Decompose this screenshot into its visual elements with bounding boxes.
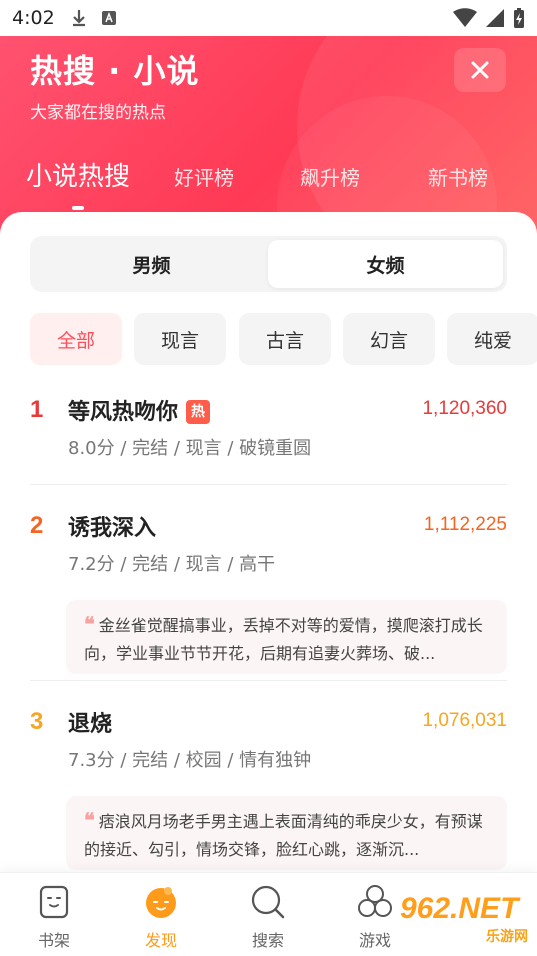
ranking-item-3[interactable]: 3 退烧 1,076,031 7.3分 / 完结 / 校园 / 情有独钟 ❝ 痞浪… [30,706,507,872]
book-title-text: 诱我深入 [68,516,157,541]
quote-icon: ❝ [84,808,95,832]
bookshelf-icon [39,885,69,919]
book-intro-quote: ❝ 金丝雀觉醒搞事业，丢掉不对等的爱情，摸爬滚打成长向，学业事业节节开花，后期有追… [66,600,507,674]
hot-count: 1,112,225 [423,514,507,535]
book-meta: 7.2分 / 完结 / 现言 / 高干 [68,554,276,575]
wifi-icon [453,8,477,27]
game-icon [358,885,392,917]
hot-search-header: 热搜 · 小说 大家都在搜的热点 小说热搜 好评榜 飙升榜 新书榜 [0,36,537,236]
ranking-content: 男频 女频 全部 现言 古言 幻言 纯爱 1 等风热吻你热 1,120,360 … [0,212,537,872]
book-intro-text: 金丝雀觉醒搞事业，丢掉不对等的爱情，摸爬滚打成长向，学业事业节节开花，后期有追妻… [84,616,483,663]
category-ancient-romance[interactable]: 古言 [239,313,331,365]
rank-number: 3 [30,708,44,735]
watermark-site-name: 乐游网 [486,929,528,945]
close-icon [471,61,489,79]
nav-label: 书架 [37,931,70,950]
quote-icon: ❝ [84,612,95,636]
discover-icon [146,887,176,918]
battery-charging-icon [514,8,524,28]
keyboard-app-icon [101,11,116,25]
ranking-item-1[interactable]: 1 等风热吻你热 1,120,360 8.0分 / 完结 / 现言 / 破镜重圆 [30,394,507,464]
nav-bookshelf[interactable]: 书架 [14,883,94,951]
book-title: 等风热吻你热 [68,394,211,426]
nav-search[interactable]: 搜索 [228,883,308,951]
tab-new-books[interactable]: 新书榜 [428,162,488,191]
category-bl[interactable]: 纯爱 [447,313,537,365]
ranking-tabs: 小说热搜 好评榜 飙升榜 新书榜 [0,154,537,210]
book-meta: 7.3分 / 完结 / 校园 / 情有独钟 [68,750,312,771]
nav-label: 搜索 [251,931,284,950]
segment-male[interactable]: 男频 [34,240,269,288]
site-watermark: 962.NET 乐游网 [400,892,532,948]
tab-rising[interactable]: 飙升榜 [300,162,360,191]
nav-label: 发现 [144,931,177,950]
book-intro-quote: ❝ 痞浪风月场老手男主遇上表面清纯的乖戾少女，有预谋的接近、勾引，情场交锋，脸红心… [66,796,507,870]
book-meta: 8.0分 / 完结 / 现言 / 破镜重圆 [68,438,312,459]
hot-count: 1,120,360 [422,398,507,419]
close-button[interactable] [454,48,506,92]
category-modern-romance[interactable]: 现言 [134,313,226,365]
ranking-item-2[interactable]: 2 诱我深入 1,112,225 7.2分 / 完结 / 现言 / 高干 ❝ 金丝… [30,510,507,680]
tab-novel-hot-search[interactable]: 小说热搜 [26,156,130,193]
divider [30,484,507,485]
page-subtitle: 大家都在搜的热点 [30,103,166,123]
category-fantasy-romance[interactable]: 幻言 [343,313,435,365]
category-filter: 全部 现言 古言 幻言 纯爱 [30,313,537,365]
status-notification-icons [71,9,117,27]
hot-count: 1,076,031 [422,710,507,731]
page-title: 热搜 · 小说 [30,52,200,90]
nav-discover[interactable]: 发现 [121,883,201,951]
rank-number: 2 [30,512,44,539]
hot-badge: 热 [186,400,211,424]
rank-number: 1 [30,396,44,423]
gender-segment-control: 男频 女频 [30,236,507,292]
status-system-icons [453,7,525,29]
tab-good-reviews[interactable]: 好评榜 [174,162,234,191]
active-tab-indicator [72,206,84,210]
book-title-text: 等风热吻你 [68,400,179,425]
download-icon [72,10,85,27]
signal-icon [486,9,504,27]
segment-female[interactable]: 女频 [268,240,503,288]
divider [30,680,507,681]
search-icon [251,885,285,919]
book-title-text: 退烧 [68,712,113,737]
book-title: 诱我深入 [68,510,156,542]
status-time: 4:02 [12,7,55,29]
category-all[interactable]: 全部 [30,313,122,365]
book-title: 退烧 [68,706,112,738]
watermark-logo-text: 962.NET [400,892,519,925]
status-bar: 4:02 [0,0,537,36]
book-intro-text: 痞浪风月场老手男主遇上表面清纯的乖戾少女，有预谋的接近、勾引，情场交锋，脸红心跳… [84,812,483,859]
